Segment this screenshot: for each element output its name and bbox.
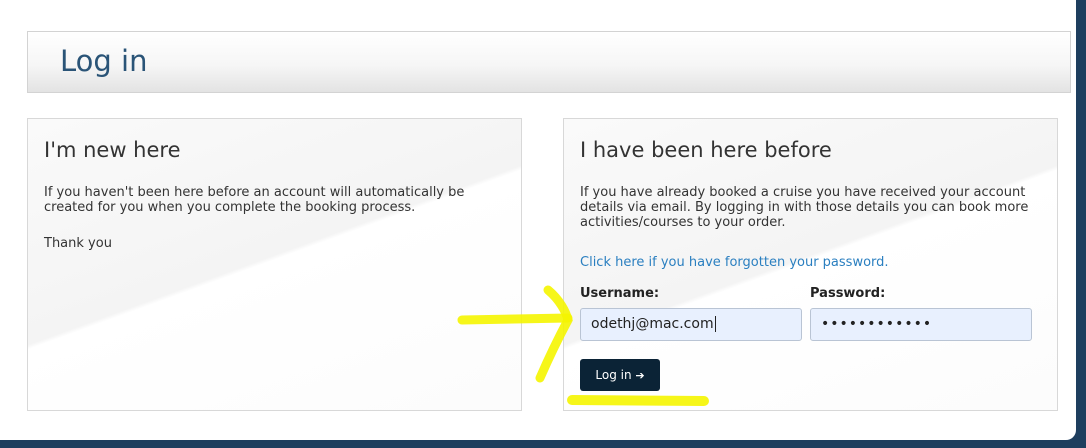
highlight-arrow-shaft [457,313,573,325]
highlight-annotations [457,285,709,406]
highlight-arrow-head [535,285,573,383]
highlight-underline [567,395,709,406]
